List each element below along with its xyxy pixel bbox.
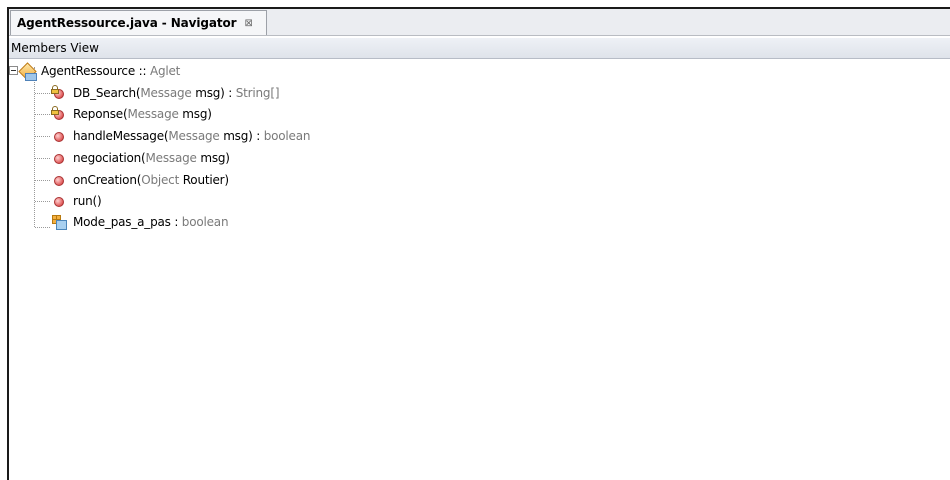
- lock-method-icon: [51, 85, 67, 101]
- method-icon: [51, 172, 67, 188]
- return-type: String[]: [235, 86, 280, 100]
- method-icon: [51, 150, 67, 166]
- param-name: msg): [178, 107, 212, 121]
- param-name: Routier): [179, 173, 229, 187]
- field-type: boolean: [181, 215, 229, 229]
- members-view-header: Members View: [9, 38, 950, 59]
- method-name: negociation(: [73, 151, 146, 165]
- return-separator: :: [224, 86, 236, 100]
- tab-navigator[interactable]: AgentRessource.java - Navigator ⊠: [10, 10, 267, 35]
- tab-bar: AgentRessource.java - Navigator ⊠: [9, 9, 950, 36]
- tree-method-item[interactable]: negociation(Message msg): [51, 148, 230, 168]
- tree-guide-branch: [35, 136, 50, 137]
- param-type: Message: [140, 86, 192, 100]
- tree-root-class[interactable]: AgentRessource :: Aglet: [18, 61, 181, 81]
- class-name: AgentRessource: [41, 64, 136, 78]
- tab-title: AgentRessource.java - Navigator: [17, 16, 237, 30]
- tree-method-item[interactable]: handleMessage(Message msg) : boolean: [51, 126, 310, 146]
- tree-guide-line: [34, 67, 35, 227]
- tree-guide-branch: [35, 201, 50, 202]
- tree-method-item[interactable]: run(): [51, 191, 102, 211]
- tree-method-item[interactable]: DB_Search(Message msg) : String[]: [51, 83, 280, 103]
- field-icon: [51, 214, 67, 230]
- tree-guide-branch: [35, 227, 50, 228]
- method-name: DB_Search(: [73, 86, 141, 100]
- param-type: Message: [168, 129, 220, 143]
- tree-method-item[interactable]: onCreation(Object Routier): [51, 170, 229, 190]
- param-type: Message: [127, 107, 179, 121]
- lock-method-icon: [51, 106, 67, 122]
- param-type: Message: [145, 151, 197, 165]
- class-icon: [18, 62, 37, 81]
- tree-guide-branch: [35, 93, 50, 94]
- param-name: msg): [191, 86, 225, 100]
- tree-guide-branch: [35, 180, 50, 181]
- tree-field-mode-pas-a-pas[interactable]: Mode_pas_a_pas : boolean: [51, 212, 229, 232]
- tree-guide-branch: [35, 158, 50, 159]
- return-separator: :: [252, 129, 264, 143]
- class-supertype: Aglet: [149, 64, 181, 78]
- method-icon: [51, 193, 67, 209]
- method-icon: [51, 128, 67, 144]
- method-name: Reponse(: [73, 107, 128, 121]
- method-name: run(): [73, 194, 102, 208]
- tree-guide-branch: [35, 114, 50, 115]
- return-type: boolean: [263, 129, 311, 143]
- method-name: handleMessage(: [73, 129, 169, 143]
- close-icon[interactable]: ⊠: [245, 18, 253, 29]
- collapse-toggle-icon[interactable]: [9, 66, 18, 75]
- method-name: onCreation(: [73, 173, 142, 187]
- param-name: msg): [219, 129, 253, 143]
- param-type: Object: [141, 173, 180, 187]
- param-name: msg): [196, 151, 230, 165]
- tree-method-item[interactable]: Reponse(Message msg): [51, 104, 212, 124]
- field-name: Mode_pas_a_pas: [73, 215, 171, 229]
- members-view-label: Members View: [11, 41, 99, 55]
